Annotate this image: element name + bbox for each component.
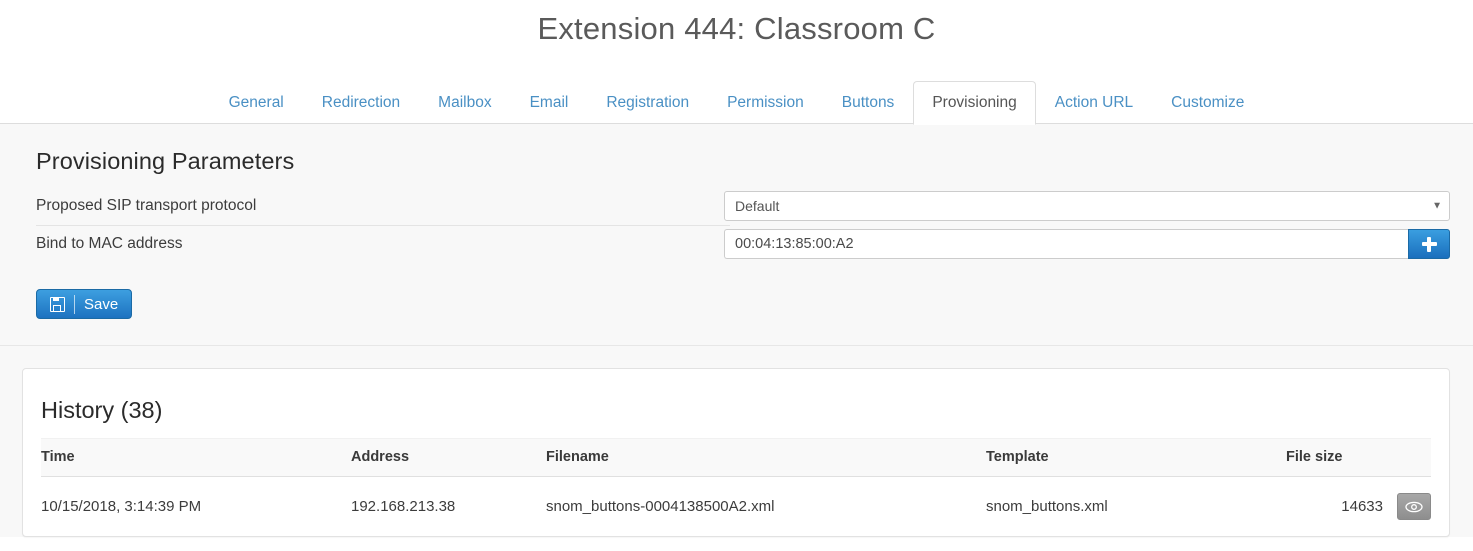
eye-icon <box>1405 501 1423 512</box>
save-button-divider <box>74 294 75 314</box>
column-header-time: Time <box>41 438 351 477</box>
tab-email[interactable]: Email <box>511 81 588 125</box>
form-row-divider <box>36 225 730 226</box>
column-header-template: Template <box>986 438 1286 477</box>
provisioning-form: Proposed SIP transport protocol Default … <box>0 187 1473 263</box>
table-row: 10/15/2018, 3:14:39 PM 192.168.213.38 sn… <box>41 477 1431 537</box>
tab-buttons[interactable]: Buttons <box>823 81 914 125</box>
tab-registration[interactable]: Registration <box>587 81 708 125</box>
cell-filesize: 14633 <box>1286 477 1431 537</box>
cell-time: 10/15/2018, 3:14:39 PM <box>41 498 202 515</box>
save-button[interactable]: Save <box>36 289 133 319</box>
plus-icon <box>1421 236 1437 252</box>
tab-general[interactable]: General <box>210 81 303 125</box>
tab-bar: General Redirection Mailbox Email Regist… <box>0 58 1473 125</box>
view-file-button[interactable] <box>1397 493 1431 520</box>
mac-address-input[interactable] <box>724 229 1408 259</box>
transport-select-wrap: Default ▼ <box>724 191 1450 221</box>
tab-provisioning[interactable]: Provisioning <box>913 81 1036 125</box>
cell-template: snom_buttons.xml <box>986 498 1108 515</box>
history-title: History (38) <box>41 397 163 423</box>
history-table-head: Time Address Filename Template File size <box>41 438 1431 477</box>
column-header-address: Address <box>351 438 546 477</box>
history-card: History (38) Time Address Filename Templ… <box>22 368 1450 537</box>
filesize-cell-inner: 14633 <box>1286 493 1431 520</box>
mac-input-group <box>724 229 1450 259</box>
history-header-row: Time Address Filename Template File size <box>41 438 1431 477</box>
tab-customize[interactable]: Customize <box>1152 81 1263 125</box>
save-button-label: Save <box>84 295 119 313</box>
tab-action-url[interactable]: Action URL <box>1036 81 1152 125</box>
app-root: Extension 444: Classroom C General Redir… <box>0 0 1473 551</box>
transport-select[interactable]: Default <box>724 191 1450 221</box>
history-table: Time Address Filename Template File size… <box>41 438 1431 536</box>
cell-filename: snom_buttons-0004138500A2.xml <box>546 498 775 515</box>
page-title: Extension 444: Classroom C <box>537 11 936 46</box>
transport-field: Default ▼ <box>724 191 1473 221</box>
save-floppy-icon <box>50 296 65 312</box>
save-row: Save <box>0 263 1473 319</box>
column-header-filename: Filename <box>546 438 986 477</box>
history-area: History (38) Time Address Filename Templ… <box>0 346 1473 537</box>
mac-label: Bind to MAC address <box>36 235 183 252</box>
mac-field <box>724 229 1473 259</box>
form-row-mac: Bind to MAC address <box>0 225 1473 263</box>
provisioning-panel: Provisioning Parameters Proposed SIP tra… <box>0 124 1473 537</box>
form-row-transport: Proposed SIP transport protocol Default … <box>0 187 1473 225</box>
column-header-filesize: File size <box>1286 438 1431 477</box>
history-table-body: 10/15/2018, 3:14:39 PM 192.168.213.38 sn… <box>41 477 1431 537</box>
section-title: Provisioning Parameters <box>36 148 295 174</box>
tab-permission[interactable]: Permission <box>708 81 823 125</box>
tab-redirection[interactable]: Redirection <box>303 81 419 125</box>
tab-mailbox[interactable]: Mailbox <box>419 81 510 125</box>
tab-list: General Redirection Mailbox Email Regist… <box>210 81 1264 125</box>
filesize-value: 14633 <box>1341 498 1383 515</box>
transport-label: Proposed SIP transport protocol <box>36 197 257 214</box>
cell-address: 192.168.213.38 <box>351 498 456 515</box>
title-bar: Extension 444: Classroom C <box>0 0 1473 58</box>
add-mac-button[interactable] <box>1408 229 1450 259</box>
